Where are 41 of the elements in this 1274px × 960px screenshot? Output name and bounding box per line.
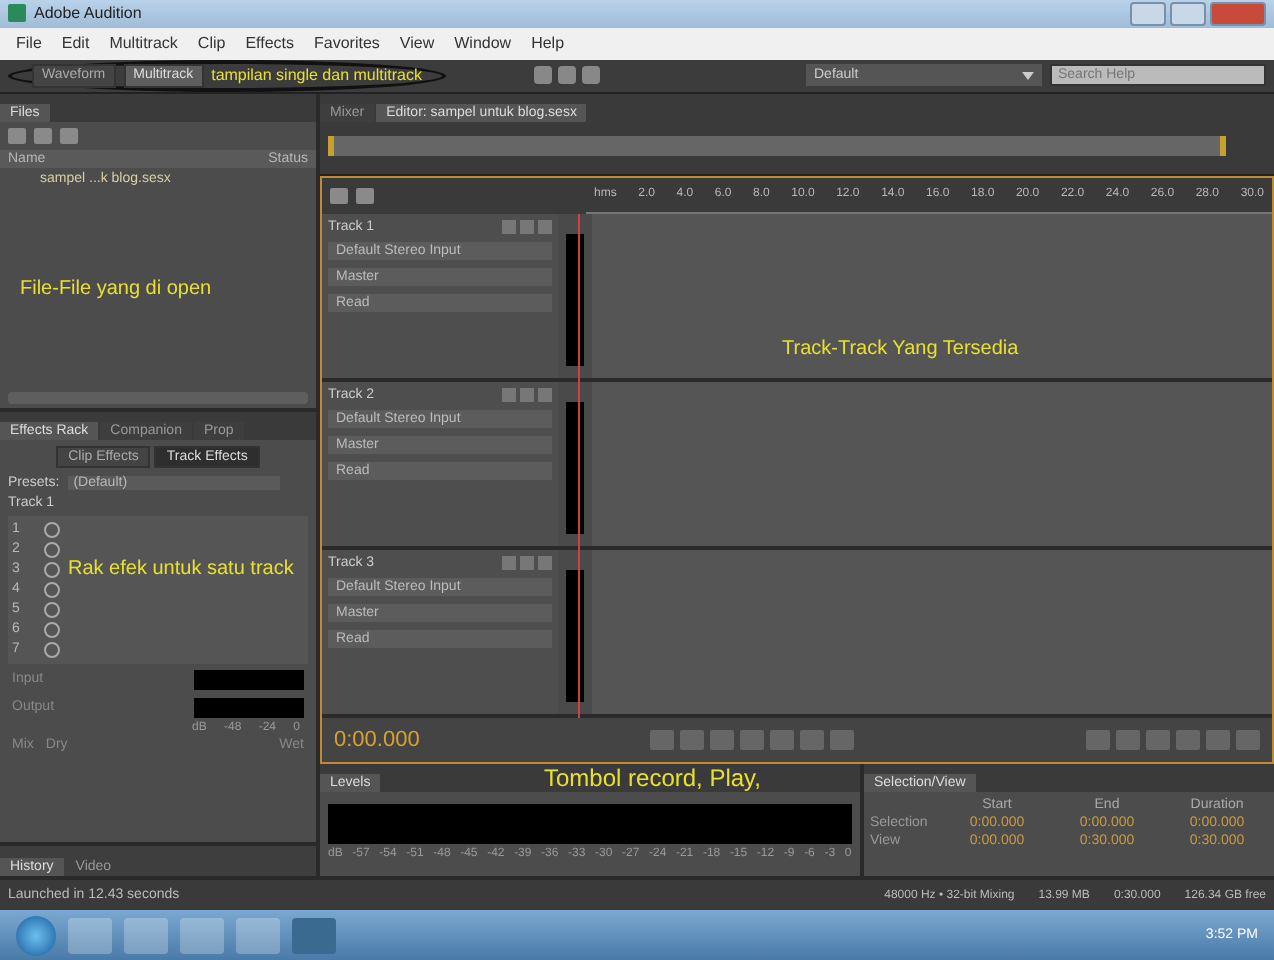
transport-button[interactable]	[710, 729, 735, 750]
menu-item[interactable]: Multitrack	[109, 34, 178, 53]
transport-button[interactable]	[770, 729, 795, 750]
track-lane[interactable]	[592, 381, 1272, 546]
transport-button[interactable]	[800, 729, 825, 750]
track-lane[interactable]	[592, 213, 1272, 378]
caret-icon	[1022, 71, 1034, 80]
zoom-handle[interactable]	[328, 135, 1226, 156]
zoom-button[interactable]	[1146, 729, 1171, 750]
minimize-button[interactable]	[1130, 1, 1166, 26]
transport-button[interactable]	[680, 729, 705, 750]
transport-button[interactable]	[740, 729, 765, 750]
zoom-button[interactable]	[1176, 729, 1201, 750]
level-meter	[194, 669, 304, 690]
level-meter	[194, 697, 304, 718]
transport-button[interactable]	[830, 729, 855, 750]
menu-item[interactable]: View	[399, 34, 435, 53]
annotation-text: Track-Track Yang Tersedia	[782, 337, 1019, 360]
window-title: Adobe Audition	[34, 4, 142, 23]
start-button[interactable]	[16, 915, 56, 956]
annotation-text: Tombol record, Play,	[544, 763, 761, 792]
menu-item[interactable]: Edit	[61, 34, 90, 53]
zoom-button[interactable]	[1086, 729, 1111, 750]
transport-button[interactable]	[650, 729, 675, 750]
annotation-text: tampilan single dan multitrack	[211, 66, 422, 85]
maximize-button[interactable]	[1170, 1, 1206, 26]
zoom-button[interactable]	[1236, 729, 1261, 750]
overview-bar[interactable]	[320, 121, 1274, 176]
menu-item[interactable]: Favorites	[314, 34, 380, 53]
zoom-button[interactable]	[1206, 729, 1231, 750]
menu-item[interactable]: Help	[531, 34, 565, 53]
annotation-text: Rak efek untuk satu track	[68, 557, 294, 580]
zoom-button[interactable]	[1116, 729, 1141, 750]
menu-item[interactable]: Effects	[245, 34, 295, 53]
menu-item[interactable]: Clip	[197, 34, 226, 53]
annotation-text: File-File yang di open	[20, 277, 212, 300]
menu-item[interactable]: File	[16, 34, 42, 53]
track-lane[interactable]	[592, 549, 1272, 714]
close-button[interactable]	[1210, 1, 1266, 26]
menu-item[interactable]: Window	[454, 34, 512, 53]
time-display: 0:00.000	[334, 727, 420, 752]
